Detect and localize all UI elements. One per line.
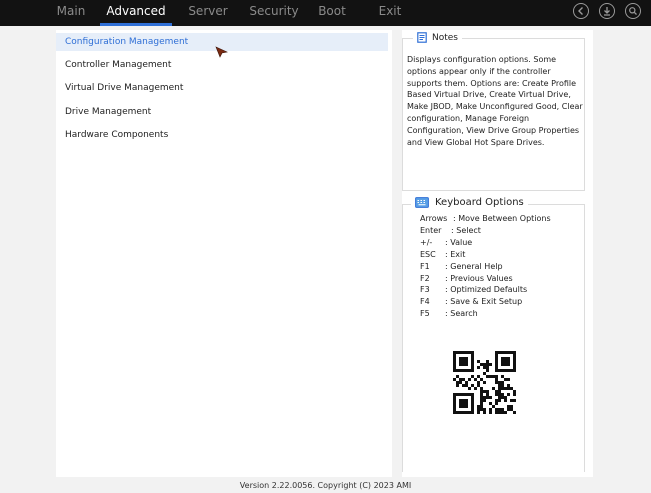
qr-code-icon <box>447 346 522 419</box>
version-footer: Version 2.22.0056. Copyright (C) 2023 AM… <box>0 479 651 493</box>
keyboard-key: F3 <box>420 285 430 294</box>
keyboard-description: : Exit <box>445 250 466 259</box>
tab-boot[interactable]: Boot <box>314 0 350 26</box>
keyboard-key: F4 <box>420 297 430 306</box>
keyboard-key: Arrows <box>420 214 448 223</box>
keyboard-row: Arrows : Move Between Options <box>420 213 551 225</box>
keyboard-description: : Select <box>451 226 481 235</box>
keyboard-description: : Value <box>445 238 473 247</box>
keyboard-description: : Optimized Defaults <box>445 285 528 294</box>
tab-server[interactable]: Server <box>184 0 232 26</box>
tab-security[interactable]: Security <box>246 0 302 26</box>
menu-panel: Configuration Management Controller Mana… <box>56 30 392 477</box>
keyboard-row: F1 : General Help <box>420 261 503 273</box>
menu-item-controller-management[interactable]: Controller Management <box>56 56 388 74</box>
notes-text: Displays configuration options. Some opt… <box>407 55 583 147</box>
menu-item-drive-management[interactable]: Drive Management <box>56 103 388 121</box>
keyboard-key: F1 <box>420 262 430 271</box>
notes-header: Notes <box>413 32 462 43</box>
tab-advanced[interactable]: Advanced <box>100 0 172 26</box>
notes-title: Notes <box>432 32 458 43</box>
keyboard-row: Enter : Select <box>420 225 481 237</box>
top-navigation-bar: Main Advanced Server Security Boot Exit <box>0 0 651 26</box>
menu-item-hardware-components[interactable]: Hardware Components <box>56 126 388 144</box>
tab-main[interactable]: Main <box>52 0 90 26</box>
keyboard-row: F5 : Search <box>420 308 478 320</box>
notes-icon <box>417 32 427 43</box>
keyboard-row: F3 : Optimized Defaults <box>420 284 527 296</box>
keyboard-options-header: Keyboard Options <box>411 197 528 208</box>
keyboard-description: : Previous Values <box>445 274 513 283</box>
keyboard-row: +/- : Value <box>420 237 472 249</box>
keyboard-description: : General Help <box>445 262 503 271</box>
keyboard-key: F5 <box>420 309 430 318</box>
keyboard-description: : Move Between Options <box>453 214 551 223</box>
keyboard-key: ESC <box>420 250 436 259</box>
tab-exit[interactable]: Exit <box>374 0 406 26</box>
download-icon[interactable] <box>599 3 615 19</box>
keyboard-row: F4 : Save & Exit Setup <box>420 296 522 308</box>
keyboard-description: : Search <box>445 309 478 318</box>
keyboard-icon <box>415 197 429 208</box>
mouse-cursor-icon <box>215 46 228 58</box>
search-icon[interactable] <box>625 3 641 19</box>
keyboard-key: +/- <box>420 238 433 247</box>
back-icon[interactable] <box>573 3 589 19</box>
keyboard-row: ESC : Exit <box>420 249 465 261</box>
keyboard-options-title: Keyboard Options <box>435 197 524 208</box>
keyboard-key: Enter <box>420 226 442 235</box>
menu-item-virtual-drive-management[interactable]: Virtual Drive Management <box>56 79 388 97</box>
keyboard-description: : Save & Exit Setup <box>445 297 523 306</box>
